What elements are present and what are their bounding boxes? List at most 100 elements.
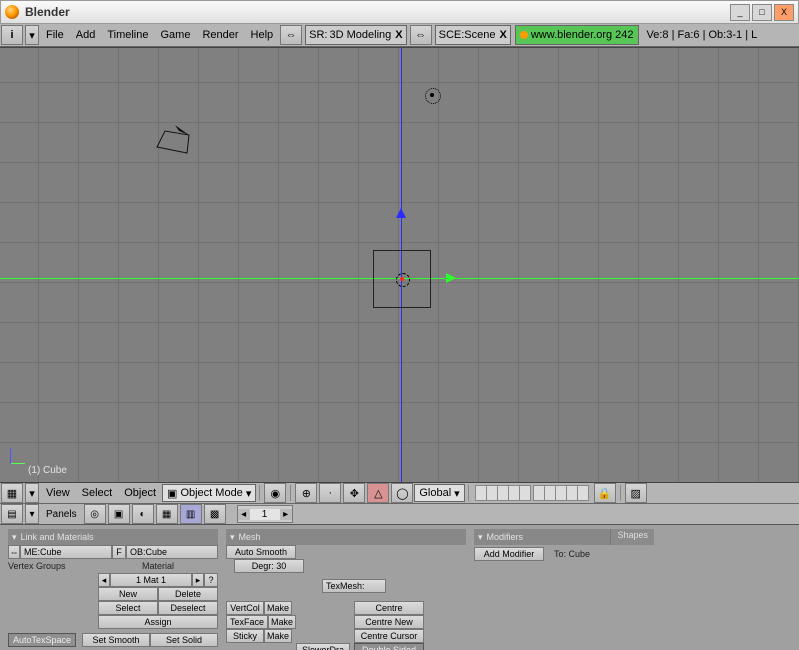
panel-link-materials: ▾Link and Materials ⇔ ME:Cube F OB:Cube …	[8, 529, 218, 647]
context-script-icon[interactable]: ▣	[108, 504, 130, 524]
spin-left-icon[interactable]: ◂	[238, 509, 250, 520]
layer-buttons[interactable]	[476, 485, 589, 501]
vertcol-button[interactable]: VertCol	[226, 601, 264, 615]
pivot-dot-icon[interactable]: ·	[319, 483, 341, 503]
collapse-icon[interactable]: ▾	[478, 532, 483, 543]
mat-select-button[interactable]: Select	[98, 601, 158, 615]
context-logic-icon[interactable]: ◎	[84, 504, 106, 524]
gizmo-z-arrow[interactable]	[396, 208, 406, 218]
screen-selector[interactable]: SR: 3D Modeling X	[305, 25, 406, 45]
mat-left-icon[interactable]: ◂	[98, 573, 110, 587]
mat-help-button[interactable]: ?	[204, 573, 218, 587]
mat-assign-button[interactable]: Assign	[98, 615, 218, 629]
chevron-down-icon: ▾	[454, 487, 460, 500]
spin-right-icon[interactable]: ▸	[280, 509, 292, 520]
object-name-field[interactable]: OB:Cube	[126, 545, 218, 559]
chevron-down-icon: ▾	[246, 487, 252, 500]
centre-cursor-button[interactable]: Centre Cursor	[354, 629, 424, 643]
add-modifier-button[interactable]: Add Modifier	[474, 547, 544, 561]
viewport-header: ▦ ▾ View Select Object ▣ Object Mode ▾ ◉…	[0, 483, 799, 504]
set-smooth-button[interactable]: Set Smooth	[82, 633, 150, 647]
to-label: To: Cube	[554, 549, 590, 559]
object-menu[interactable]: Object	[118, 487, 162, 499]
double-sided-button[interactable]: Double Sided	[354, 643, 424, 650]
menu-file[interactable]: File	[40, 29, 70, 41]
minimize-button[interactable]: _	[730, 4, 750, 21]
degr-field[interactable]: Degr: 30	[234, 559, 304, 573]
maximize-button[interactable]: □	[752, 4, 772, 21]
gizmo-x-arrow[interactable]	[446, 273, 456, 283]
panel-modifiers: ▾Modifiers Shapes Add Modifier To: Cube	[474, 529, 654, 561]
rotate-icon[interactable]: ◯	[391, 483, 413, 503]
slower-draw-button[interactable]: SlowerDra	[296, 643, 350, 650]
close-button[interactable]: X	[774, 4, 794, 21]
viewport-type-icon[interactable]: ▦	[1, 483, 23, 503]
context-scene-icon[interactable]: ▩	[204, 504, 226, 524]
context-object-icon[interactable]: ▦	[156, 504, 178, 524]
texmesh-field[interactable]: TexMesh:	[322, 579, 386, 593]
tab-shapes[interactable]: Shapes	[610, 529, 654, 545]
lock-icon[interactable]: 🔒	[594, 483, 616, 503]
camera-object[interactable]	[155, 123, 199, 157]
scene-close-icon[interactable]: X	[500, 29, 507, 41]
texface-button[interactable]: TexFace	[226, 615, 268, 629]
context-shading-icon[interactable]: ◐	[132, 504, 154, 524]
menu-render[interactable]: Render	[196, 29, 244, 41]
spin-value[interactable]: 1	[250, 509, 280, 520]
screen-link-icon[interactable]: ⇔	[280, 25, 302, 45]
panel-spinner[interactable]: ◂ 1 ▸	[237, 505, 293, 523]
menu-timeline[interactable]: Timeline	[101, 29, 154, 41]
mode-cube-icon: ▣	[167, 487, 177, 500]
mode-selector[interactable]: ▣ Object Mode ▾	[162, 484, 256, 502]
collapse-icon[interactable]: ▾	[230, 532, 235, 543]
site-badge[interactable]: www.blender.org 242	[515, 25, 639, 45]
autotexspace-button[interactable]: AutoTexSpace	[8, 633, 76, 647]
centre-button[interactable]: Centre	[354, 601, 424, 615]
menu-help[interactable]: Help	[245, 29, 280, 41]
scene-link-icon[interactable]: ⇔	[410, 25, 432, 45]
auto-smooth-button[interactable]: Auto Smooth	[226, 545, 296, 559]
scene-prefix: SCE:	[439, 29, 465, 41]
mat-right-icon[interactable]: ▸	[192, 573, 204, 587]
pivot-icon[interactable]: ⊕	[295, 483, 317, 503]
top-menu: i ▾ File Add Timeline Game Render Help ⇔…	[0, 24, 799, 47]
info-icon[interactable]: i	[1, 25, 23, 45]
stats-label: Ve:8 | Fa:6 | Ob:3-1 | L	[647, 29, 758, 41]
orientation-selector[interactable]: Global ▾	[414, 484, 464, 502]
lamp-object[interactable]	[425, 88, 441, 104]
mat-deselect-button[interactable]: Deselect	[158, 601, 218, 615]
translate-icon[interactable]: △	[367, 483, 389, 503]
view-menu[interactable]: View	[40, 487, 76, 499]
menu-dropdown-icon[interactable]: ▾	[25, 25, 39, 45]
mat-index[interactable]: 1 Mat 1	[110, 573, 192, 587]
3d-viewport[interactable]: (1) Cube	[0, 47, 799, 483]
titlebar: Blender _ □ X	[0, 0, 799, 24]
collapse-icon[interactable]: ▾	[12, 532, 17, 543]
vertcol-make-button[interactable]: Make	[264, 601, 292, 615]
select-menu[interactable]: Select	[76, 487, 119, 499]
orientation-label: Global	[419, 487, 451, 499]
sticky-button[interactable]: Sticky	[226, 629, 264, 643]
render-icon[interactable]: ▨	[625, 483, 647, 503]
mat-delete-button[interactable]: Delete	[158, 587, 218, 601]
window-title: Blender	[25, 5, 70, 19]
context-editing-icon[interactable]: ▥	[180, 504, 202, 524]
manipulator-icon[interactable]: ✥	[343, 483, 365, 503]
shading-icon[interactable]: ◉	[264, 483, 286, 503]
screen-prefix: SR:	[309, 29, 327, 41]
viewport-dropdown-icon[interactable]: ▾	[25, 483, 39, 503]
fake-user-button[interactable]: F	[112, 545, 126, 559]
centre-new-button[interactable]: Centre New	[354, 615, 424, 629]
panels-label: Panels	[40, 509, 83, 520]
set-solid-button[interactable]: Set Solid	[150, 633, 218, 647]
mesh-name-field[interactable]: ME:Cube	[20, 545, 112, 559]
me-link-icon[interactable]: ⇔	[8, 545, 20, 559]
buttons-dropdown-icon[interactable]: ▾	[25, 504, 39, 524]
mat-new-button[interactable]: New	[98, 587, 158, 601]
screen-close-icon[interactable]: X	[395, 29, 402, 41]
buttons-type-icon[interactable]: ▤	[1, 504, 23, 524]
sticky-make-button[interactable]: Make	[264, 629, 292, 643]
menu-add[interactable]: Add	[70, 29, 102, 41]
scene-selector[interactable]: SCE: Scene X	[435, 25, 511, 45]
menu-game[interactable]: Game	[154, 29, 196, 41]
